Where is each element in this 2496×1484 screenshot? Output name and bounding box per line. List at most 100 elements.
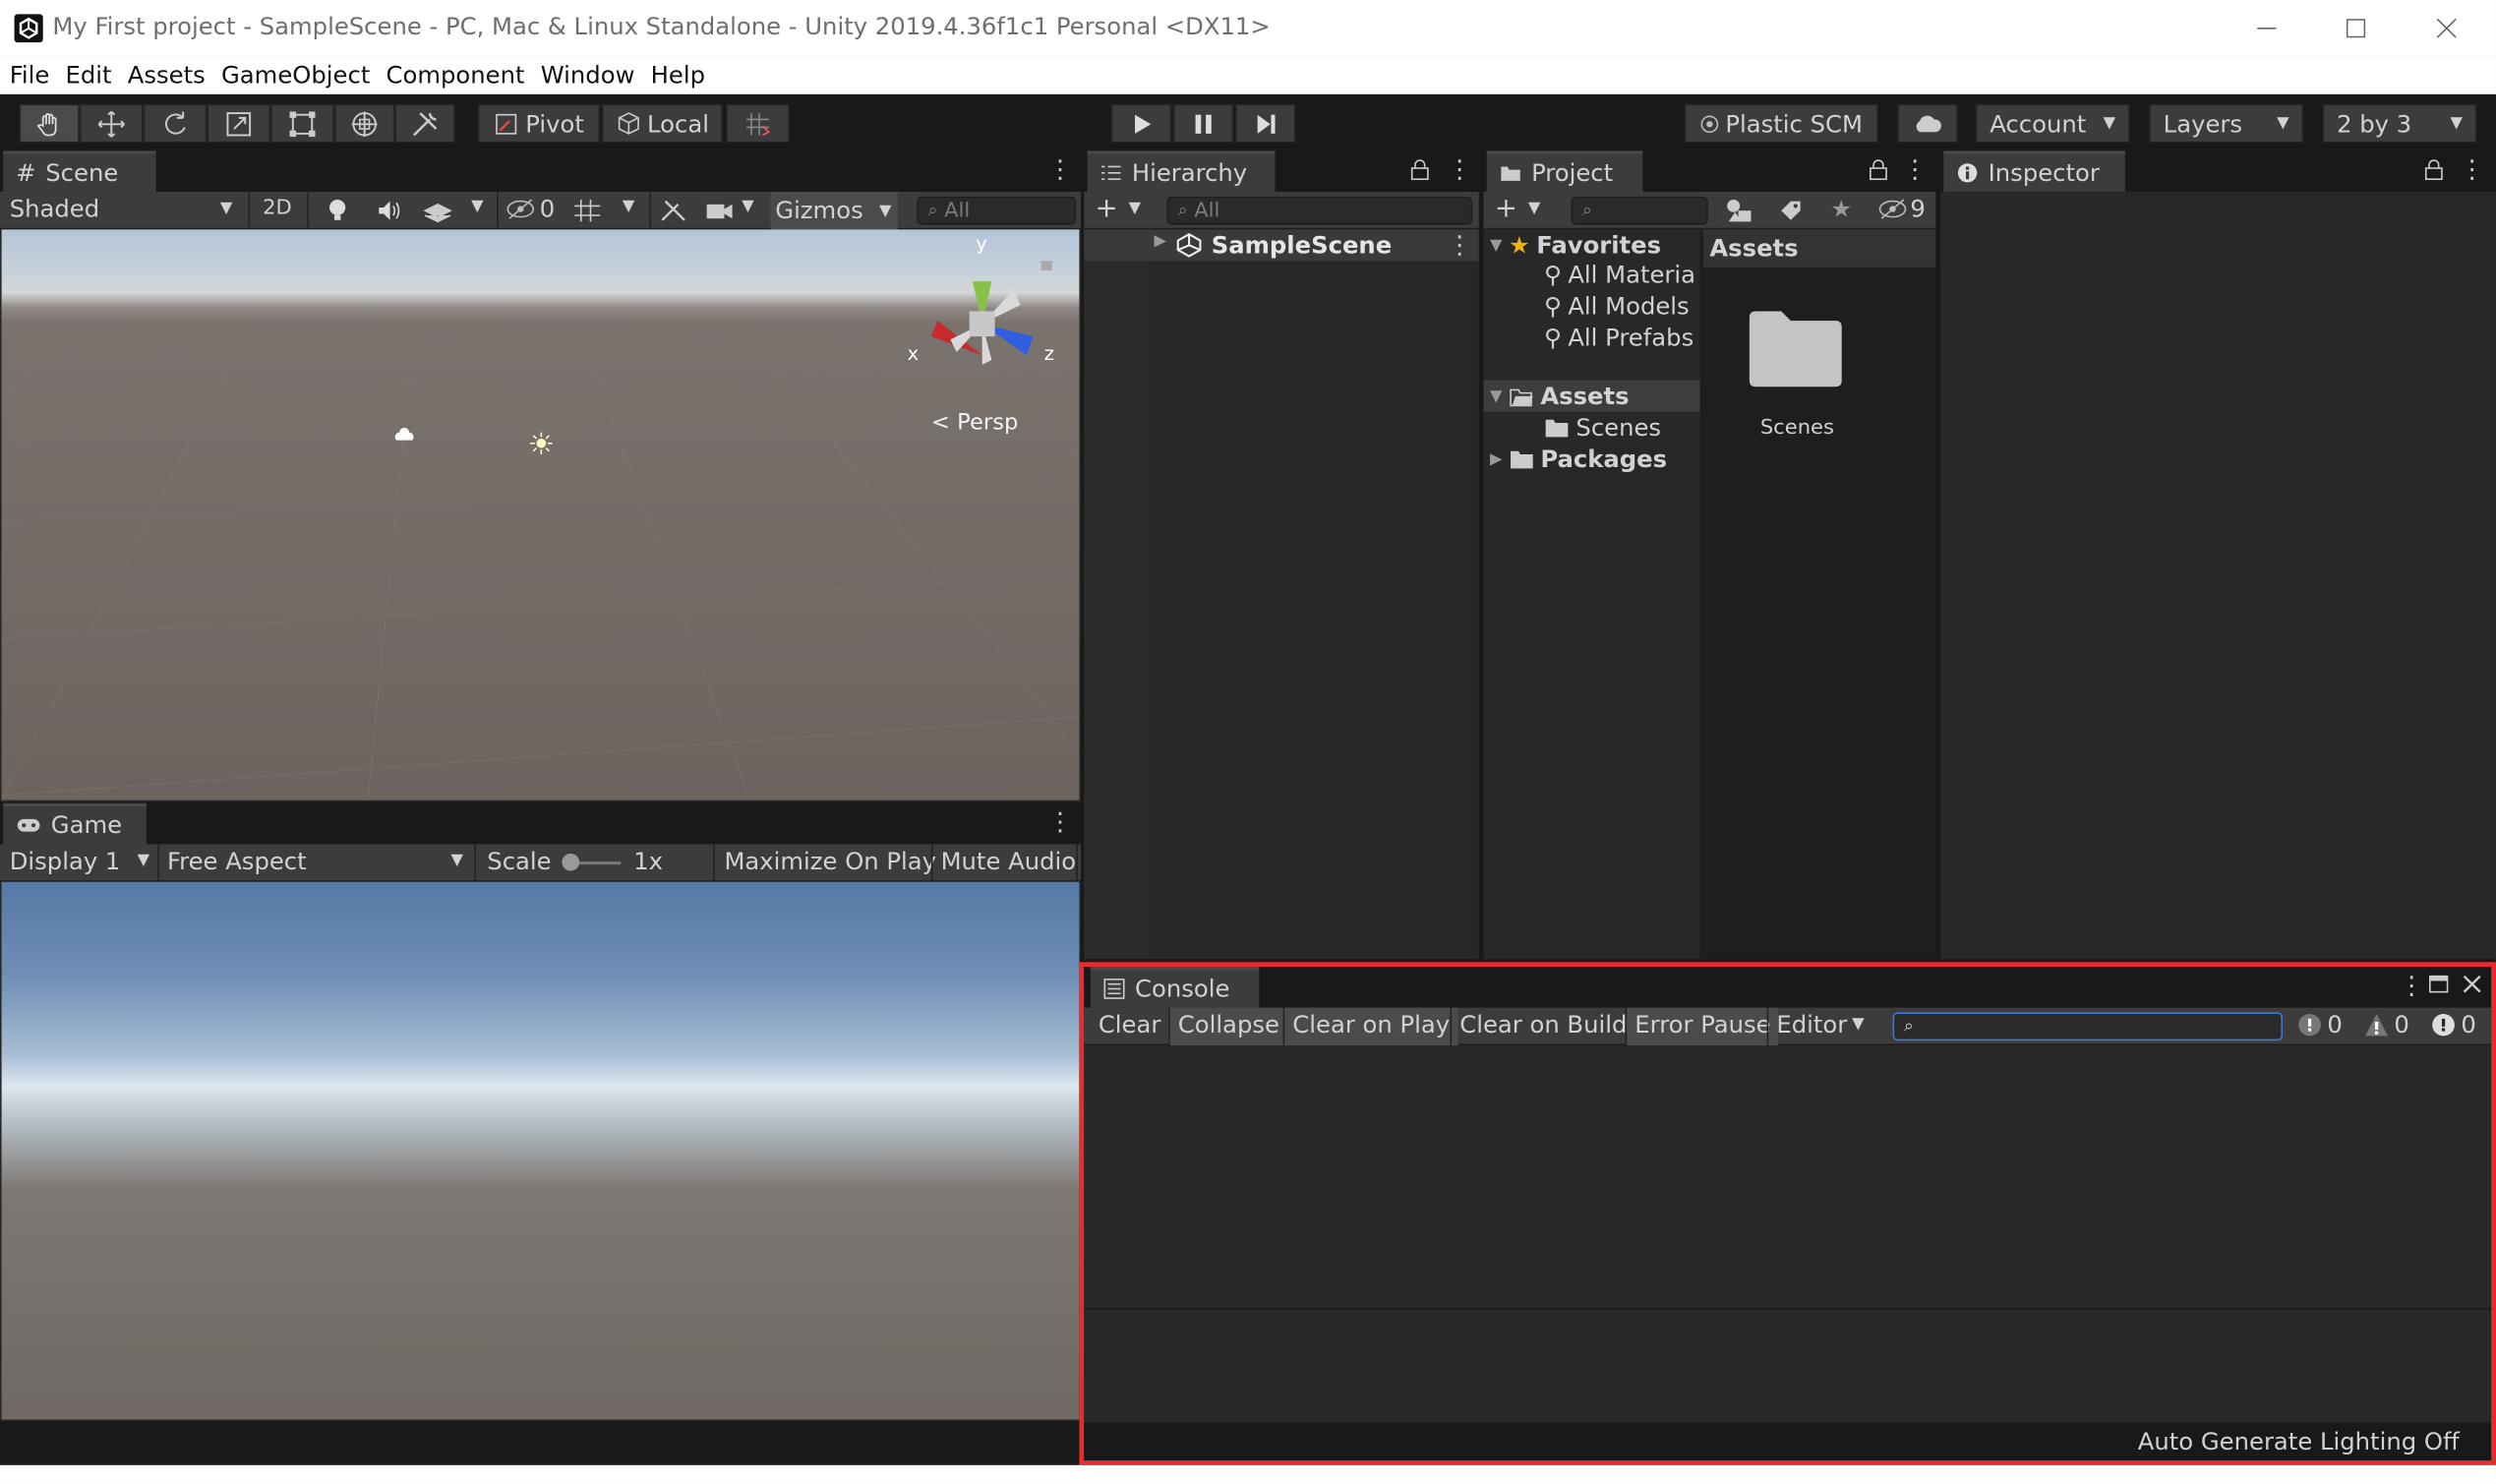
scale-slider-thumb[interactable] [562, 853, 580, 871]
orientation-gizmo[interactable]: y x z [903, 233, 1062, 384]
scale-tool-icon[interactable] [207, 103, 271, 144]
tab-hierarchy[interactable]: Hierarchy [1087, 150, 1276, 193]
more-options-icon[interactable]: ⋮ [1047, 156, 1073, 183]
hierarchy-scene-row[interactable]: ▶ SampleScene ⋮ [1084, 229, 1479, 262]
plastic-scm-button[interactable]: Plastic SCM [1684, 103, 1878, 144]
menu-component[interactable]: Component [386, 61, 525, 89]
menu-gameobject[interactable]: GameObject [221, 61, 370, 89]
hierarchy-search-input[interactable]: ⌕ All [1166, 196, 1473, 225]
clear-button[interactable]: Clear [1099, 1011, 1161, 1039]
chevron-down-icon[interactable]: ▼ [1490, 237, 1502, 255]
gizmos-dropdown[interactable]: Gizmos ▼ [770, 192, 898, 230]
cloud-object-icon[interactable] [393, 427, 416, 444]
favorite-star-icon[interactable]: ★ [1830, 195, 1852, 223]
mute-audio-toggle[interactable]: Mute Audio [941, 848, 1077, 876]
game-viewport[interactable] [1, 881, 1080, 1420]
account-dropdown[interactable]: Account ▼ [1975, 103, 2130, 144]
close-icon[interactable] [2402, 0, 2491, 57]
lock-icon[interactable] [1410, 158, 1429, 181]
more-options-icon[interactable]: ⋮ [1047, 808, 1073, 835]
chevron-right-icon[interactable]: ▶ [1154, 233, 1165, 251]
play-button[interactable] [1110, 103, 1172, 144]
warning-count-toggle[interactable]: 0 [2364, 1011, 2409, 1039]
clear-on-play-toggle[interactable]: Clear on Play [1284, 1007, 1458, 1046]
scene-search-input[interactable]: ⌕ All [917, 196, 1077, 225]
error-count-toggle[interactable]: 0 [2431, 1011, 2476, 1039]
pivot-button[interactable]: Pivot [477, 103, 601, 144]
light-object-icon[interactable] [528, 431, 554, 456]
menu-help[interactable]: Help [651, 61, 705, 89]
add-icon[interactable]: + [1096, 194, 1118, 225]
scene-viewport[interactable]: y x z < Persp [1, 229, 1080, 801]
collapse-toggle[interactable]: Collapse [1169, 1007, 1288, 1046]
log-count-toggle[interactable]: 0 [2297, 1011, 2343, 1039]
chevron-down-icon[interactable]: ▼ [742, 198, 753, 215]
pause-button[interactable] [1172, 103, 1234, 144]
lighting-icon[interactable] [325, 198, 350, 223]
label-tag-icon[interactable] [1778, 198, 1804, 223]
rotate-tool-icon[interactable] [143, 103, 208, 144]
maximize-icon[interactable] [2311, 0, 2401, 57]
folder-large-icon[interactable] [1747, 308, 1845, 389]
more-options-icon[interactable]: ⋮ [1447, 232, 1472, 259]
layers-dropdown[interactable]: Layers ▼ [2149, 103, 2304, 144]
cloud-icon[interactable] [1897, 103, 1958, 144]
audio-icon[interactable] [376, 198, 404, 223]
effects-icon[interactable] [423, 198, 452, 223]
console-search-input[interactable]: ⌕ [1892, 1012, 2284, 1041]
hand-tool-icon[interactable] [19, 103, 80, 144]
chevron-down-icon[interactable]: ▼ [471, 198, 483, 215]
hidden-objects-toggle[interactable]: 0 [506, 195, 555, 223]
display-dropdown[interactable]: Display 1 ▼ [10, 848, 153, 876]
grid-snap-icon[interactable] [726, 103, 790, 144]
tree-favorite-item[interactable]: ⚲ All Materia [1544, 261, 1695, 289]
chevron-down-icon[interactable]: ▼ [623, 198, 634, 215]
maximize-icon[interactable] [2428, 975, 2449, 993]
console-log-list[interactable] [1084, 1045, 2492, 1308]
tree-packages[interactable]: ▶ Packages [1490, 445, 1667, 473]
chevron-down-icon[interactable]: ▼ [1528, 200, 1540, 217]
shading-dropdown[interactable]: Shaded ▼ [10, 195, 242, 223]
move-tool-icon[interactable] [79, 103, 144, 144]
step-button[interactable] [1235, 103, 1296, 144]
clear-on-build-toggle[interactable]: Clear on Build [1459, 1011, 1627, 1039]
lock-icon[interactable] [1869, 158, 1887, 181]
close-icon[interactable] [2463, 975, 2481, 993]
tree-scenes[interactable]: Scenes [1544, 413, 1661, 442]
grid-toggle-icon[interactable] [573, 198, 602, 223]
search-by-type-icon[interactable] [1726, 198, 1754, 223]
lock-icon[interactable] [2424, 158, 2443, 181]
tree-assets[interactable]: ▼ Assets [1483, 380, 1700, 412]
tab-inspector[interactable]: Inspector [1943, 150, 2125, 193]
camera-icon[interactable] [705, 200, 734, 221]
2d-toggle[interactable]: 2D [263, 197, 292, 220]
tab-console[interactable]: Console [1090, 967, 1260, 1008]
menu-edit[interactable]: Edit [66, 61, 112, 89]
hidden-packages-toggle[interactable]: 9 [1878, 195, 1926, 223]
chevron-down-icon[interactable]: ▼ [1490, 387, 1502, 405]
aspect-dropdown[interactable]: Free Aspect ▼ [167, 848, 470, 876]
tab-game[interactable]: Game [3, 802, 147, 845]
tab-project[interactable]: Project [1486, 150, 1643, 193]
tree-favorite-item[interactable]: ⚲ All Prefabs [1544, 324, 1694, 352]
more-options-icon[interactable]: ⋮ [2399, 973, 2424, 998]
console-detail[interactable] [1084, 1309, 2492, 1423]
tree-favorites[interactable]: ▼ ★ Favorites [1490, 231, 1661, 260]
menu-window[interactable]: Window [541, 61, 635, 89]
tree-favorite-item[interactable]: ⚲ All Models [1544, 292, 1690, 321]
menu-assets[interactable]: Assets [128, 61, 206, 89]
editor-dropdown[interactable]: Editor ▼ [1776, 1011, 1864, 1039]
maximize-on-play-toggle[interactable]: Maximize On Play [724, 848, 936, 876]
menu-file[interactable]: File [10, 61, 50, 89]
component-tools-icon[interactable] [659, 198, 687, 223]
more-options-icon[interactable]: ⋮ [1902, 156, 1928, 183]
transform-tool-icon[interactable] [333, 103, 395, 144]
project-search-input[interactable]: ⌕ [1571, 196, 1708, 225]
minimize-icon[interactable] [2223, 0, 2312, 57]
error-pause-toggle[interactable]: Error Pause [1627, 1007, 1779, 1046]
tab-scene[interactable]: # Scene [3, 150, 156, 193]
chevron-down-icon[interactable]: ▼ [1129, 200, 1141, 217]
add-icon[interactable]: + [1495, 194, 1517, 225]
more-options-icon[interactable]: ⋮ [2460, 156, 2485, 183]
rect-tool-icon[interactable] [270, 103, 334, 144]
